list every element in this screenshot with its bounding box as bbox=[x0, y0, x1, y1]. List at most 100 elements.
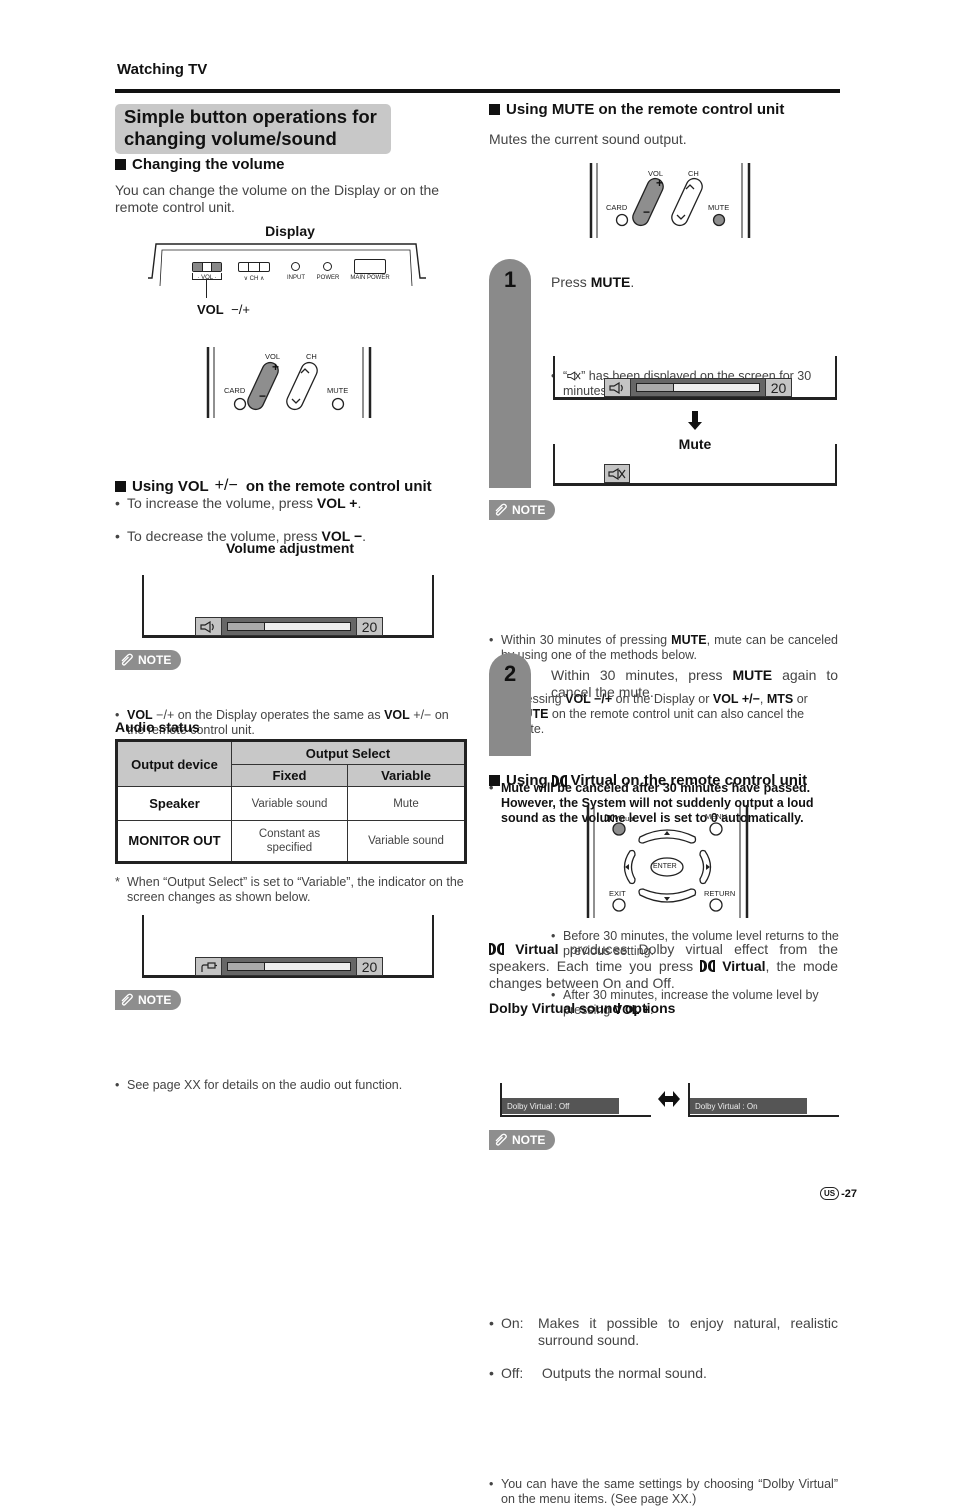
down-arrow-icon bbox=[688, 411, 702, 436]
cell-variable: Variable sound bbox=[347, 820, 466, 863]
display-caption: Display bbox=[265, 223, 315, 239]
step-1-instruction: Press MUTE. bbox=[551, 274, 635, 290]
dolby-logo-icon bbox=[489, 943, 504, 955]
note-badge: NOTE bbox=[115, 650, 181, 670]
page-title-line2: changing volume/sound bbox=[124, 128, 337, 149]
paperclip-icon bbox=[121, 653, 133, 666]
note-label: NOTE bbox=[138, 653, 172, 667]
mute-before-level-bar bbox=[631, 379, 765, 396]
page-title: Simple button operations for changing vo… bbox=[115, 104, 391, 154]
vol-callout-symbol: −/+ bbox=[231, 302, 250, 317]
dolby-on-screen: Dolby Virtual : On bbox=[688, 1083, 839, 1117]
heading-text: Virtual on the remote control unit bbox=[570, 772, 808, 789]
virtual-body: Virtual produces Dolby virtual effect fr… bbox=[489, 941, 838, 991]
using-virtual-heading: Using Virtual on the remote control unit bbox=[489, 772, 807, 789]
note-label: NOTE bbox=[138, 993, 172, 1007]
option-item-off: Off: Outputs the normal sound. bbox=[489, 1365, 838, 1382]
cell-variable: Mute bbox=[347, 786, 466, 821]
heading-text: Using bbox=[506, 772, 548, 789]
remote-illustration-vol: VOL CH CARD MUTE + − bbox=[205, 345, 375, 420]
note-label: NOTE bbox=[512, 503, 546, 517]
remote-ch-label: CH bbox=[306, 352, 317, 361]
remote-card-label: CARD bbox=[606, 203, 628, 212]
remote-vol-minus-icon[interactable]: − bbox=[643, 205, 650, 219]
remote-card-label: CARD bbox=[224, 386, 246, 395]
page-number: US -27 bbox=[820, 1187, 857, 1200]
step-2-tab: 2 bbox=[489, 653, 531, 756]
note-badge: NOTE bbox=[489, 500, 555, 520]
page-number-text: -27 bbox=[841, 1187, 858, 1200]
using-mute-heading: Using MUTE on the remote control unit bbox=[489, 101, 784, 118]
dolby-options-heading: Dolby Virtual sound options bbox=[489, 1000, 676, 1016]
remote-body-icon bbox=[589, 163, 751, 240]
option-item-on: On: Makes it possible to enjoy natural, … bbox=[489, 1315, 838, 1348]
note-label: NOTE bbox=[512, 1133, 546, 1147]
column-header-variable: Variable bbox=[347, 764, 466, 787]
dolby-off-osd: Dolby Virtual : Off bbox=[502, 1098, 619, 1114]
speaker-icon bbox=[196, 618, 222, 635]
display-input-label: INPUT bbox=[287, 275, 305, 281]
remote-illustration-mute: VOL CH CARD MUTE + − bbox=[588, 163, 758, 240]
display-ch-label: ∨ CH ∧ bbox=[243, 276, 265, 282]
vol-leader-line bbox=[206, 280, 207, 298]
audio-status-footnote: * When “Output Select” is set to “Variab… bbox=[115, 875, 464, 904]
audio-status-heading: Audio status bbox=[115, 719, 200, 735]
audio-out-osd-screen: 20 bbox=[142, 915, 434, 978]
display-ch-button[interactable] bbox=[238, 262, 270, 272]
audio-out-plug-icon bbox=[196, 958, 222, 975]
audio-out-osd-bar: 20 bbox=[195, 957, 383, 976]
remote-body-icon bbox=[206, 347, 372, 418]
column-header-device: Output device bbox=[116, 740, 232, 787]
region-badge: US bbox=[820, 1187, 840, 1200]
note-badge: NOTE bbox=[115, 990, 181, 1010]
speaker-icon bbox=[605, 379, 631, 396]
remote-enter-button[interactable]: ENTER bbox=[653, 863, 677, 870]
dolby-on-osd: Dolby Virtual : On bbox=[690, 1098, 807, 1114]
paperclip-icon bbox=[121, 993, 133, 1006]
level-fill bbox=[228, 963, 265, 970]
mute-after-screen bbox=[553, 444, 837, 486]
top-rule bbox=[115, 89, 840, 93]
volume-value: 20 bbox=[356, 618, 382, 635]
display-main-power-button[interactable] bbox=[354, 259, 386, 274]
speaker-muted-icon bbox=[604, 464, 630, 483]
changing-volume-body: You can change the volume on the Display… bbox=[115, 182, 440, 215]
remote-mute-label[interactable]: MUTE bbox=[708, 203, 729, 212]
mute-body: Mutes the current sound output. bbox=[489, 131, 687, 147]
heading-text: Using MUTE on the remote control unit bbox=[506, 101, 785, 118]
paperclip-icon bbox=[495, 503, 507, 516]
display-power-button[interactable] bbox=[323, 262, 332, 271]
audio-out-value: 20 bbox=[356, 958, 382, 975]
dolby-logo-icon bbox=[605, 814, 614, 822]
step-1-tab: 1 bbox=[489, 259, 531, 488]
square-bullet-icon bbox=[115, 159, 126, 170]
dolby-off-screen: Dolby Virtual : Off bbox=[500, 1083, 651, 1117]
vol-bracket bbox=[192, 273, 222, 280]
mute-before-value: 20 bbox=[765, 379, 791, 396]
volume-level-bar bbox=[222, 618, 356, 635]
square-bullet-icon bbox=[115, 480, 126, 492]
remote-ch-label: CH bbox=[688, 169, 699, 178]
heading-symbol: +/− bbox=[214, 477, 238, 494]
column-header-output-select: Output Select bbox=[231, 740, 466, 765]
remote-vol-plus-icon[interactable]: + bbox=[656, 176, 663, 190]
remote-exit-label: EXIT bbox=[609, 889, 626, 898]
display-input-button[interactable] bbox=[291, 262, 300, 271]
display-vol-button[interactable] bbox=[192, 262, 222, 272]
remote-virtual-label: Virtual bbox=[605, 812, 635, 824]
using-vol-heading: Using VOL +/− on the remote control unit bbox=[115, 477, 432, 495]
level-fill bbox=[637, 384, 674, 391]
cell-fixed: Constant as specified bbox=[231, 820, 348, 863]
square-bullet-icon bbox=[489, 775, 500, 786]
remote-vol-minus-icon[interactable]: − bbox=[259, 389, 266, 403]
note-badge: NOTE bbox=[489, 1130, 555, 1150]
table-row: Speaker Variable sound Mute bbox=[116, 786, 466, 821]
volume-osd-screen: 20 bbox=[142, 575, 434, 638]
remote-vol-plus-icon[interactable]: + bbox=[272, 360, 279, 374]
mute-before-osd-bar: 20 bbox=[604, 378, 792, 397]
heading-text: on the remote control unit bbox=[245, 477, 432, 495]
remote-mute-label: MUTE bbox=[327, 386, 349, 395]
remote-illustration-virtual: Virtual MENU ENTER EXIT RETURN bbox=[585, 805, 750, 920]
mute-before-screen: 20 bbox=[553, 356, 837, 400]
dolby-logo-icon bbox=[551, 774, 567, 787]
